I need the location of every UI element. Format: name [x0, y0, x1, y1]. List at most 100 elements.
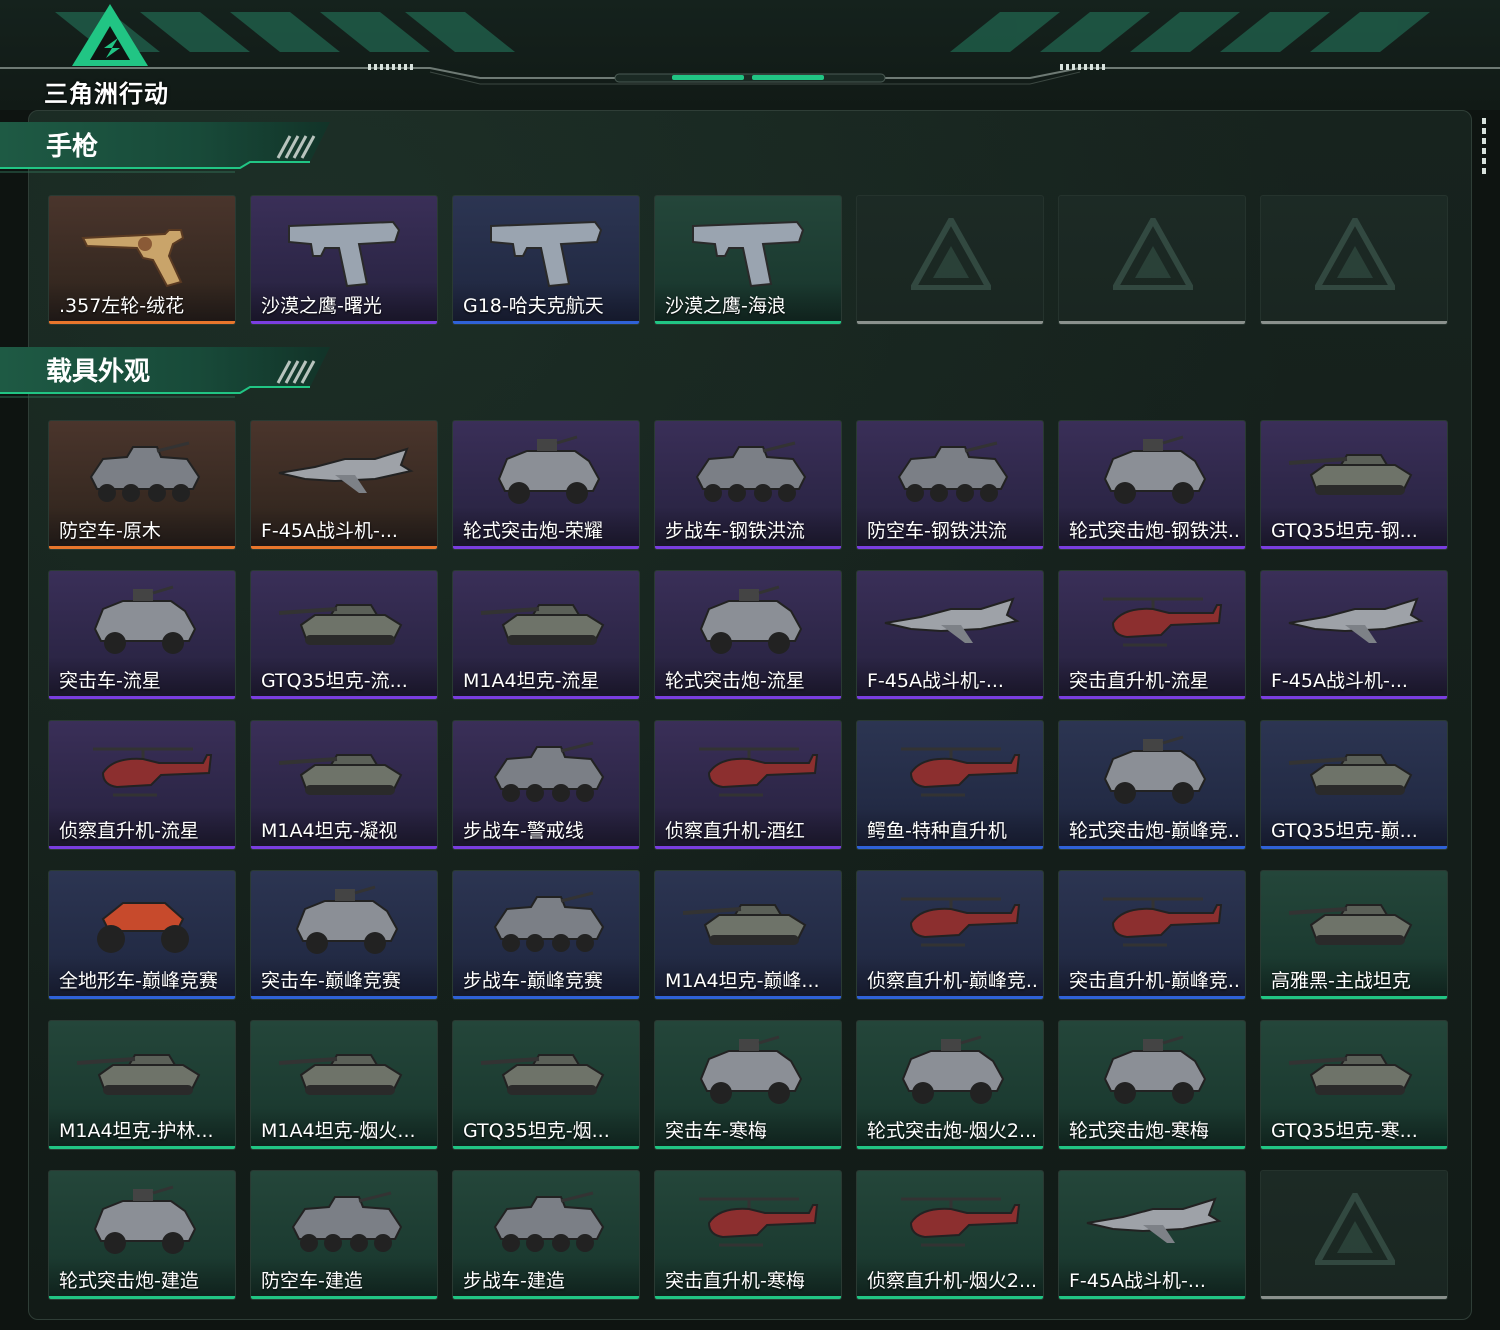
skin-card[interactable]: 侦察直升机-流星 — [48, 720, 236, 850]
skin-card[interactable]: M1A4坦克-烟火... — [250, 1020, 438, 1150]
helicopter-icon — [1103, 897, 1223, 947]
skin-card[interactable]: .357左轮-绒花 — [48, 195, 236, 325]
skin-card[interactable]: GTQ35坦克-钢... — [1260, 420, 1448, 550]
skin-card[interactable]: 高雅黑-主战坦克 — [1260, 870, 1448, 1000]
skin-card[interactable]: 轮式突击炮-烟火2... — [856, 1020, 1044, 1150]
skin-card[interactable]: M1A4坦克-巅峰... — [654, 870, 842, 1000]
skin-card[interactable]: M1A4坦克-流星 — [452, 570, 640, 700]
skin-card[interactable]: GTQ35坦克-烟... — [452, 1020, 640, 1150]
skin-card[interactable]: GTQ35坦克-寒... — [1260, 1020, 1448, 1150]
skin-card[interactable]: 步战车-建造 — [452, 1170, 640, 1300]
scrollbar-indicator[interactable] — [1482, 118, 1488, 178]
section-title: 载具外观 — [46, 357, 151, 387]
skin-card[interactable]: 突击直升机-巅峰竞... — [1058, 870, 1246, 1000]
skin-name: GTQ35坦克-巅... — [1271, 820, 1418, 842]
skin-card[interactable]: 步战车-巅峰竞赛 — [452, 870, 640, 1000]
skin-card[interactable]: 防空车-建造 — [250, 1170, 438, 1300]
delta-logo-icon — [1113, 218, 1193, 290]
skin-card[interactable]: F-45A战斗机-... — [856, 570, 1044, 700]
tank-icon — [1288, 904, 1413, 945]
rarity-bar — [857, 321, 1043, 324]
skin-card[interactable]: G18-哈夫克航天 — [452, 195, 640, 325]
skin-card[interactable]: 突击车-巅峰竞赛 — [250, 870, 438, 1000]
rarity-bar — [453, 1296, 639, 1299]
skin-name: 突击车-巅峰竞赛 — [261, 970, 401, 992]
skin-card[interactable]: 突击直升机-流星 — [1058, 570, 1246, 700]
helicopter-icon — [699, 747, 819, 797]
rarity-bar — [49, 321, 235, 324]
skin-card[interactable]: 轮式突击炮-寒梅 — [1058, 1020, 1246, 1150]
apc-icon — [291, 1191, 403, 1252]
skin-card[interactable]: M1A4坦克-凝视 — [250, 720, 438, 850]
armored-car-icon — [93, 585, 197, 654]
skin-name: 轮式突击炮-寒梅 — [1069, 1120, 1209, 1142]
skin-card[interactable]: 沙漠之鹰-海浪 — [654, 195, 842, 325]
rarity-bar — [1261, 321, 1447, 324]
skin-card[interactable]: 防空车-原木 — [48, 420, 236, 550]
armored-car-icon — [1103, 1035, 1207, 1104]
skin-name: 轮式突击炮-建造 — [59, 1270, 199, 1292]
skin-name: M1A4坦克-护林... — [59, 1120, 214, 1142]
skin-card[interactable]: GTQ35坦克-流... — [250, 570, 438, 700]
skin-card[interactable]: 突击直升机-寒梅 — [654, 1170, 842, 1300]
skin-card[interactable]: 突击车-寒梅 — [654, 1020, 842, 1150]
skin-name: 突击直升机-巅峰竞... — [1069, 970, 1241, 992]
armored-car-icon — [497, 435, 601, 504]
rarity-bar — [251, 696, 437, 699]
empty-slot — [856, 195, 1044, 325]
skin-card[interactable]: F-45A战斗机-... — [1058, 1170, 1246, 1300]
skin-name: F-45A战斗机-... — [1271, 670, 1408, 692]
skin-name: GTQ35坦克-流... — [261, 670, 408, 692]
skin-card[interactable]: GTQ35坦克-巅... — [1260, 720, 1448, 850]
section-header-pistols: 手枪 — [0, 118, 340, 176]
skin-card[interactable]: 鳄鱼-特种直升机 — [856, 720, 1044, 850]
tank-icon — [76, 1054, 201, 1095]
rarity-bar — [1059, 696, 1245, 699]
skin-card[interactable]: 步战车-警戒线 — [452, 720, 640, 850]
pistol-icon — [288, 220, 401, 288]
pistol-icon — [490, 220, 603, 288]
skin-name: M1A4坦克-流星 — [463, 670, 600, 692]
skin-card[interactable]: 侦察直升机-酒红 — [654, 720, 842, 850]
skin-card[interactable]: 轮式突击炮-巅峰竞... — [1058, 720, 1246, 850]
helicopter-icon — [1103, 597, 1223, 647]
empty-slot — [1058, 195, 1246, 325]
skin-card[interactable]: 侦察直升机-烟火2... — [856, 1170, 1044, 1300]
skin-card[interactable]: 轮式突击炮-钢铁洪... — [1058, 420, 1246, 550]
rarity-bar — [655, 321, 841, 324]
rarity-bar — [1059, 546, 1245, 549]
rarity-bar — [1261, 846, 1447, 849]
rarity-bar — [857, 996, 1043, 999]
tank-icon — [1288, 754, 1413, 795]
helicopter-icon — [699, 1197, 819, 1247]
rarity-bar — [49, 846, 235, 849]
apc-icon — [493, 1191, 605, 1252]
skin-name: 步战车-钢铁洪流 — [665, 520, 805, 542]
apc-icon — [695, 441, 807, 502]
rarity-bar — [857, 1146, 1043, 1149]
rarity-bar — [655, 846, 841, 849]
tank-icon — [480, 1054, 605, 1095]
skin-card[interactable]: 轮式突击炮-荣耀 — [452, 420, 640, 550]
skin-card[interactable]: 步战车-钢铁洪流 — [654, 420, 842, 550]
skin-card[interactable]: M1A4坦克-护林... — [48, 1020, 236, 1150]
section-title: 手枪 — [46, 132, 99, 162]
skin-card[interactable]: 侦察直升机-巅峰竞... — [856, 870, 1044, 1000]
skin-name: 轮式突击炮-流星 — [665, 670, 805, 692]
rarity-bar — [857, 1296, 1043, 1299]
skin-name: G18-哈夫克航天 — [463, 295, 604, 317]
helicopter-icon — [93, 747, 213, 797]
skin-card[interactable]: F-45A战斗机-... — [1260, 570, 1448, 700]
skin-card[interactable]: 全地形车-巅峰竞赛 — [48, 870, 236, 1000]
rarity-bar — [1261, 996, 1447, 999]
skin-card[interactable]: 防空车-钢铁洪流 — [856, 420, 1044, 550]
skin-card[interactable]: 轮式突击炮-建造 — [48, 1170, 236, 1300]
skin-card[interactable]: F-45A战斗机-... — [250, 420, 438, 550]
delta-logo-icon — [72, 4, 148, 66]
rarity-bar — [1059, 846, 1245, 849]
tank-icon — [278, 754, 403, 795]
rarity-bar — [49, 696, 235, 699]
skin-card[interactable]: 沙漠之鹰-曙光 — [250, 195, 438, 325]
skin-card[interactable]: 突击车-流星 — [48, 570, 236, 700]
skin-card[interactable]: 轮式突击炮-流星 — [654, 570, 842, 700]
